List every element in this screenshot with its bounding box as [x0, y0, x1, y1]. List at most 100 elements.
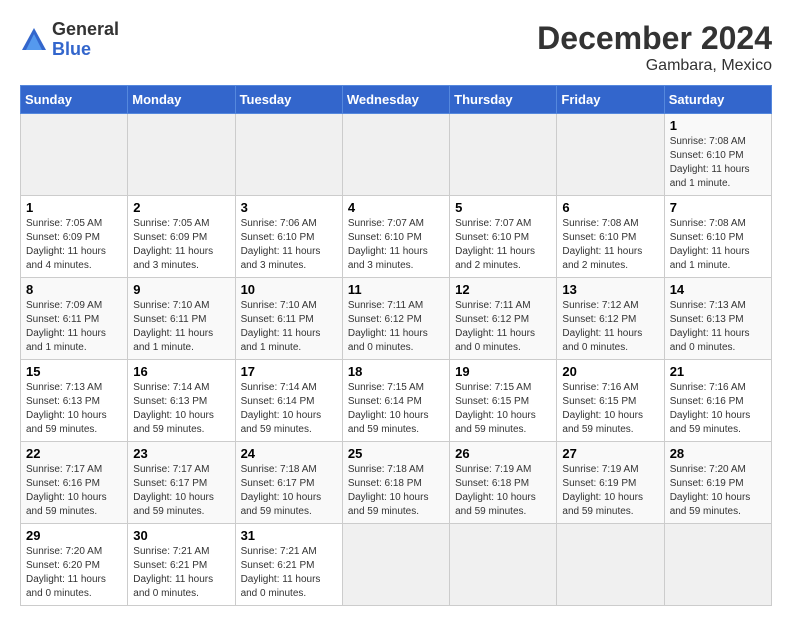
week-row-0: 1Sunrise: 7:08 AMSunset: 6:10 PMDaylight…: [21, 114, 772, 196]
day-info: Sunrise: 7:17 AMSunset: 6:16 PMDaylight:…: [26, 463, 122, 519]
calendar-cell: 8Sunrise: 7:09 AMSunset: 6:11 PMDaylight…: [21, 278, 128, 360]
day-info: Sunrise: 7:06 AMSunset: 6:10 PMDaylight:…: [241, 217, 337, 273]
calendar-cell: 19 Sunrise: 7:15 AMSunset: 6:15 PMDayligh…: [450, 360, 557, 442]
calendar-cell: 21Sunrise: 7:16 AMSunset: 6:16 PMDayligh…: [664, 360, 771, 442]
day-info: Sunrise: 7:19 AMSunset: 6:18 PMDaylight:…: [455, 463, 551, 519]
calendar-cell: 26 Sunrise: 7:19 AMSunset: 6:18 PMDayligh…: [450, 442, 557, 524]
logo-line2: Blue: [52, 40, 119, 60]
page-title: December 2024: [537, 20, 772, 57]
calendar-cell: [342, 524, 449, 606]
day-info: Sunrise: 7:07 AMSunset: 6:10 PMDaylight:…: [348, 217, 444, 273]
day-info: Sunrise: 7:11 AMSunset: 6:12 PMDaylight:…: [348, 299, 444, 355]
day-info: Sunrise: 7:15 AMSunset: 6:15 PMDaylight:…: [455, 381, 551, 437]
logo-line1: General: [52, 20, 119, 40]
day-info: Sunrise: 7:20 AMSunset: 6:19 PMDaylight:…: [670, 463, 766, 519]
header-saturday: Saturday: [664, 86, 771, 114]
day-number: 17: [241, 364, 337, 379]
calendar-cell: 20Sunrise: 7:16 AMSunset: 6:15 PMDayligh…: [557, 360, 664, 442]
day-number: 23: [133, 446, 229, 461]
calendar-cell: [342, 114, 449, 196]
day-info: Sunrise: 7:11 AMSunset: 6:12 PMDaylight:…: [455, 299, 551, 355]
calendar-cell: 28 Sunrise: 7:20 AMSunset: 6:19 PMDayligh…: [664, 442, 771, 524]
logo: General Blue: [20, 20, 119, 60]
day-info: Sunrise: 7:12 AMSunset: 6:12 PMDaylight:…: [562, 299, 658, 355]
day-number: 19: [455, 364, 551, 379]
calendar-cell: [557, 114, 664, 196]
day-number: 24: [241, 446, 337, 461]
day-info: Sunrise: 7:08 AMSunset: 6:10 PMDaylight:…: [562, 217, 658, 273]
day-number: 11: [348, 282, 444, 297]
day-info: Sunrise: 7:15 AMSunset: 6:14 PMDaylight:…: [348, 381, 444, 437]
calendar-cell: 3 Sunrise: 7:06 AMSunset: 6:10 PMDaylight…: [235, 196, 342, 278]
day-info: Sunrise: 7:13 AMSunset: 6:13 PMDaylight:…: [26, 381, 122, 437]
day-number: 12: [455, 282, 551, 297]
day-info: Sunrise: 7:08 AMSunset: 6:10 PMDaylight:…: [670, 217, 766, 273]
calendar-cell: 17 Sunrise: 7:14 AMSunset: 6:14 PMDayligh…: [235, 360, 342, 442]
calendar-cell: [235, 114, 342, 196]
day-number: 31: [241, 528, 337, 543]
day-number: 22: [26, 446, 122, 461]
day-info: Sunrise: 7:14 AMSunset: 6:14 PMDaylight:…: [241, 381, 337, 437]
day-info: Sunrise: 7:08 AMSunset: 6:10 PMDaylight:…: [670, 135, 766, 191]
day-info: Sunrise: 7:10 AMSunset: 6:11 PMDaylight:…: [241, 299, 337, 355]
day-number: 7: [670, 200, 766, 215]
logo-text: General Blue: [52, 20, 119, 60]
calendar-cell: 15 Sunrise: 7:13 AMSunset: 6:13 PMDayligh…: [21, 360, 128, 442]
header-row: SundayMondayTuesdayWednesdayThursdayFrid…: [21, 86, 772, 114]
week-row-3: 15 Sunrise: 7:13 AMSunset: 6:13 PMDayligh…: [21, 360, 772, 442]
day-number: 28: [670, 446, 766, 461]
title-block: December 2024 Gambara, Mexico: [537, 20, 772, 75]
day-number: 2: [133, 200, 229, 215]
page-header: General Blue December 2024 Gambara, Mexi…: [20, 20, 772, 75]
day-info: Sunrise: 7:05 AMSunset: 6:09 PMDaylight:…: [26, 217, 122, 273]
calendar-cell: 25 Sunrise: 7:18 AMSunset: 6:18 PMDayligh…: [342, 442, 449, 524]
day-number: 4: [348, 200, 444, 215]
calendar-cell: 4 Sunrise: 7:07 AMSunset: 6:10 PMDaylight…: [342, 196, 449, 278]
day-info: Sunrise: 7:18 AMSunset: 6:17 PMDaylight:…: [241, 463, 337, 519]
day-number: 27: [562, 446, 658, 461]
week-row-4: 22 Sunrise: 7:17 AMSunset: 6:16 PMDayligh…: [21, 442, 772, 524]
day-number: 6: [562, 200, 658, 215]
calendar-cell: 31 Sunrise: 7:21 AMSunset: 6:21 PMDayligh…: [235, 524, 342, 606]
logo-icon: [20, 26, 48, 54]
day-number: 16: [133, 364, 229, 379]
calendar-cell: 13 Sunrise: 7:12 AMSunset: 6:12 PMDayligh…: [557, 278, 664, 360]
day-number: 25: [348, 446, 444, 461]
page-subtitle: Gambara, Mexico: [537, 57, 772, 75]
day-number: 20: [562, 364, 658, 379]
calendar-cell: [450, 114, 557, 196]
calendar-cell: [128, 114, 235, 196]
day-info: Sunrise: 7:07 AMSunset: 6:10 PMDaylight:…: [455, 217, 551, 273]
calendar-table: SundayMondayTuesdayWednesdayThursdayFrid…: [20, 85, 772, 606]
day-number: 29: [26, 528, 122, 543]
day-info: Sunrise: 7:14 AMSunset: 6:13 PMDaylight:…: [133, 381, 229, 437]
calendar-cell: 1Sunrise: 7:08 AMSunset: 6:10 PMDaylight…: [664, 114, 771, 196]
day-info: Sunrise: 7:05 AMSunset: 6:09 PMDaylight:…: [133, 217, 229, 273]
day-info: Sunrise: 7:18 AMSunset: 6:18 PMDaylight:…: [348, 463, 444, 519]
day-info: Sunrise: 7:17 AMSunset: 6:17 PMDaylight:…: [133, 463, 229, 519]
calendar-cell: 12 Sunrise: 7:11 AMSunset: 6:12 PMDayligh…: [450, 278, 557, 360]
day-number: 9: [133, 282, 229, 297]
header-wednesday: Wednesday: [342, 86, 449, 114]
day-number: 21: [670, 364, 766, 379]
day-info: Sunrise: 7:10 AMSunset: 6:11 PMDaylight:…: [133, 299, 229, 355]
day-number: 26: [455, 446, 551, 461]
day-info: Sunrise: 7:21 AMSunset: 6:21 PMDaylight:…: [133, 545, 229, 601]
calendar-cell: 9 Sunrise: 7:10 AMSunset: 6:11 PMDaylight…: [128, 278, 235, 360]
calendar-cell: [557, 524, 664, 606]
header-sunday: Sunday: [21, 86, 128, 114]
day-info: Sunrise: 7:21 AMSunset: 6:21 PMDaylight:…: [241, 545, 337, 601]
day-number: 3: [241, 200, 337, 215]
calendar-cell: [21, 114, 128, 196]
day-number: 10: [241, 282, 337, 297]
day-info: Sunrise: 7:13 AMSunset: 6:13 PMDaylight:…: [670, 299, 766, 355]
calendar-cell: 1Sunrise: 7:05 AMSunset: 6:09 PMDaylight…: [21, 196, 128, 278]
day-number: 15: [26, 364, 122, 379]
day-number: 13: [562, 282, 658, 297]
calendar-cell: 5Sunrise: 7:07 AMSunset: 6:10 PMDaylight…: [450, 196, 557, 278]
calendar-cell: 7 Sunrise: 7:08 AMSunset: 6:10 PMDaylight…: [664, 196, 771, 278]
header-tuesday: Tuesday: [235, 86, 342, 114]
calendar-cell: [450, 524, 557, 606]
header-friday: Friday: [557, 86, 664, 114]
day-info: Sunrise: 7:20 AMSunset: 6:20 PMDaylight:…: [26, 545, 122, 601]
